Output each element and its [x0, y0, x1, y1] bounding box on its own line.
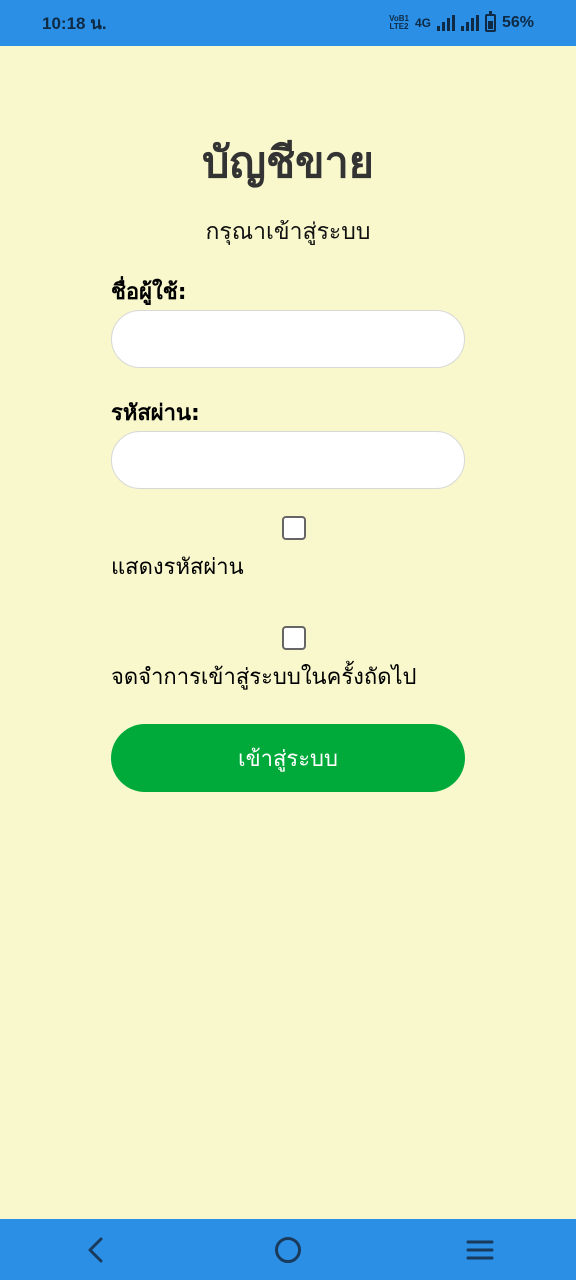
page-subtitle: กรุณาเข้าสู่ระบบ [205, 219, 371, 245]
back-chevron-icon [88, 1237, 103, 1262]
recent-apps-button[interactable] [450, 1225, 510, 1275]
home-button[interactable] [258, 1225, 318, 1275]
show-password-checkbox[interactable] [282, 516, 306, 540]
back-button[interactable] [66, 1225, 126, 1275]
password-input[interactable] [111, 431, 465, 489]
status-icons: VoB1 LTE2 4G 56% [389, 11, 534, 32]
signal-icon-2 [460, 15, 479, 31]
remember-me-checkbox[interactable] [282, 626, 306, 650]
battery-percent: 56% [501, 14, 534, 31]
username-input[interactable] [111, 310, 465, 368]
network-type: 4G [414, 16, 431, 30]
show-password-label: แสดงรหัสผ่าน [111, 555, 244, 580]
recent-apps-icon [466, 1240, 494, 1259]
battery-icon [484, 11, 496, 32]
password-label: รหัสผ่าน: [111, 401, 200, 426]
volte-indicator: VoB1 LTE2 [389, 14, 409, 31]
status-bar: 10:18 น. VoB1 LTE2 4G 56% [0, 0, 576, 46]
signal-icon [436, 15, 455, 31]
login-button[interactable]: เข้าสู่ระบบ [111, 724, 465, 792]
home-circle-icon [275, 1236, 301, 1263]
page-title: บัญชีขาย [202, 138, 374, 188]
remember-me-label: จดจำการเข้าสู่ระบบในครั้งถัดไป [111, 665, 417, 690]
username-label: ชื่อผู้ใช้: [111, 280, 187, 305]
navigation-bar [0, 1219, 576, 1280]
status-time: 10:18 น. [42, 13, 107, 33]
